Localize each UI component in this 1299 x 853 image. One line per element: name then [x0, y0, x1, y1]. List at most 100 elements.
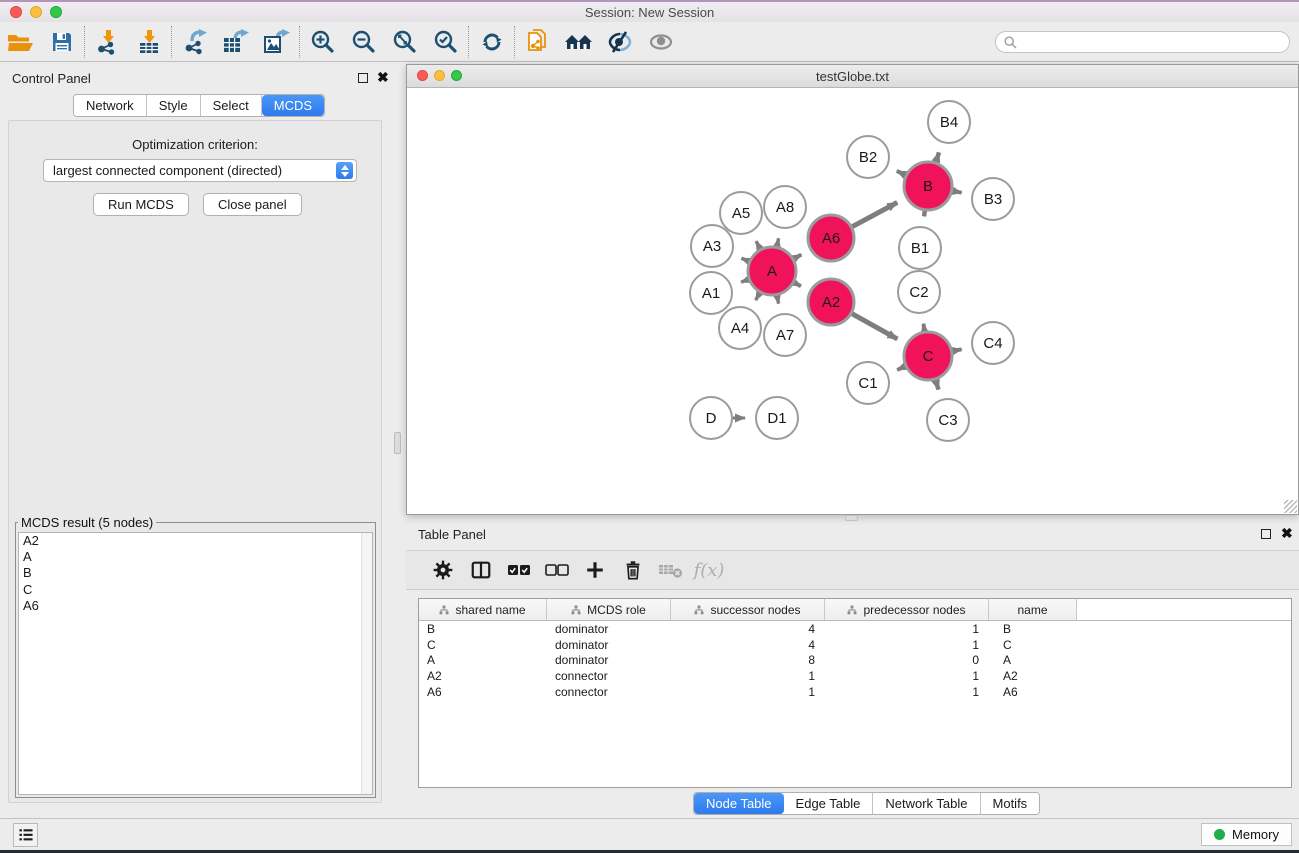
graph-edge-A-A5[interactable] [756, 241, 760, 249]
network-window-titlebar[interactable]: testGlobe.txt [407, 65, 1298, 88]
network-graph-canvas[interactable]: B4B2BB3A5A8A6A3B1AA1C2A2A4A7C4CC1C3DD1 [408, 88, 1299, 515]
cell-name[interactable]: C [989, 638, 1077, 652]
mcds-result-list[interactable]: A2ABCA6 [18, 532, 373, 795]
table-row[interactable]: Adominator80A [419, 653, 1291, 669]
cell-name[interactable]: A2 [989, 669, 1077, 683]
tab-select[interactable]: Select [201, 95, 262, 116]
tab-mcds[interactable]: MCDS [262, 95, 324, 116]
table-row[interactable]: Bdominator41B [419, 621, 1291, 637]
cell-name[interactable]: B [989, 622, 1077, 636]
zoom-out-button[interactable] [343, 24, 384, 60]
result-item[interactable]: A6 [19, 598, 372, 614]
graph-edge-B-B3[interactable] [953, 191, 962, 193]
graph-edge-C-C2[interactable] [924, 324, 925, 332]
graph-edge-A-A6[interactable] [794, 255, 802, 259]
tab-network[interactable]: Network [74, 95, 147, 116]
cell-shared_name[interactable]: B [419, 622, 547, 636]
graph-edge-B-B4[interactable] [936, 152, 939, 162]
column-header-successor-nodes[interactable]: successor nodes [671, 599, 825, 620]
clone-network-button[interactable] [517, 24, 558, 60]
cell-mcds_role[interactable]: dominator [547, 638, 671, 652]
show-columns-button[interactable] [462, 553, 500, 587]
show-hide-graphics-button[interactable] [599, 24, 640, 60]
control-panel-close-icon[interactable]: ✖ [377, 70, 389, 84]
table-row[interactable]: Cdominator41C [419, 637, 1291, 653]
memory-button[interactable]: Memory [1201, 823, 1292, 846]
export-image-button[interactable] [256, 24, 297, 60]
add-column-button[interactable] [576, 553, 614, 587]
open-session-button[interactable] [0, 24, 41, 60]
graph-edge-C-C3[interactable] [936, 380, 939, 390]
graph-edge-C-C4[interactable] [953, 349, 962, 351]
cell-shared_name[interactable]: C [419, 638, 547, 652]
graph-edge-A-A4[interactable] [756, 293, 760, 300]
deselect-all-columns-button[interactable] [538, 553, 576, 587]
graph-edge-C-C1[interactable] [897, 366, 905, 370]
cell-predecessor_nodes[interactable]: 0 [825, 653, 989, 667]
export-network-button[interactable] [174, 24, 215, 60]
cell-name[interactable]: A [989, 653, 1077, 667]
cell-successor_nodes[interactable]: 8 [671, 653, 825, 667]
cell-successor_nodes[interactable]: 4 [671, 638, 825, 652]
cell-shared_name[interactable]: A2 [419, 669, 547, 683]
result-item[interactable]: A2 [19, 533, 372, 549]
column-header-name[interactable]: name [989, 599, 1077, 620]
graph-edge-A6-B[interactable] [852, 203, 897, 227]
cell-successor_nodes[interactable]: 1 [671, 685, 825, 699]
zoom-in-button[interactable] [302, 24, 343, 60]
import-network-button[interactable] [87, 24, 128, 60]
cell-mcds_role[interactable]: dominator [547, 653, 671, 667]
cell-predecessor_nodes[interactable]: 1 [825, 622, 989, 636]
graph-edge-A-A7[interactable] [777, 296, 779, 304]
zoom-fit-button[interactable] [384, 24, 425, 60]
home-button[interactable] [558, 24, 599, 60]
column-header-MCDS-role[interactable]: MCDS role [547, 599, 671, 620]
cell-mcds_role[interactable]: connector [547, 685, 671, 699]
cell-predecessor_nodes[interactable]: 1 [825, 638, 989, 652]
table-panel-float-icon[interactable] [1261, 529, 1271, 539]
column-header-shared-name[interactable]: shared name [419, 599, 547, 620]
cell-shared_name[interactable]: A [419, 653, 547, 667]
import-table-button[interactable] [128, 24, 169, 60]
preview-eye-button[interactable] [640, 24, 681, 60]
table-row[interactable]: A2connector11A2 [419, 668, 1291, 684]
close-panel-button[interactable]: Close panel [203, 193, 302, 216]
vertical-split-grabber[interactable] [394, 432, 401, 454]
run-mcds-button[interactable]: Run MCDS [93, 193, 189, 216]
tab-node-table[interactable]: Node Table [694, 793, 784, 814]
tab-style[interactable]: Style [147, 95, 201, 116]
task-history-button[interactable] [13, 823, 38, 847]
select-all-columns-button[interactable] [500, 553, 538, 587]
cell-successor_nodes[interactable]: 4 [671, 622, 825, 636]
cell-mcds_role[interactable]: connector [547, 669, 671, 683]
control-panel-float-icon[interactable] [358, 73, 368, 83]
cell-shared_name[interactable]: A6 [419, 685, 547, 699]
search-field[interactable] [995, 31, 1290, 53]
tab-motifs[interactable]: Motifs [981, 793, 1040, 814]
column-header-predecessor-nodes[interactable]: predecessor nodes [825, 599, 989, 620]
tab-edge-table[interactable]: Edge Table [784, 793, 874, 814]
cell-predecessor_nodes[interactable]: 1 [825, 669, 989, 683]
search-input[interactable] [1022, 35, 1281, 49]
graph-edge-A-A8[interactable] [777, 238, 779, 246]
graph-edge-B-B1[interactable] [924, 211, 925, 217]
tab-network-table[interactable]: Network Table [873, 793, 980, 814]
table-panel-close-icon[interactable]: ✖ [1281, 526, 1293, 540]
table-row[interactable]: A6connector11A6 [419, 684, 1291, 700]
result-item[interactable]: C [19, 582, 372, 598]
cell-name[interactable]: A6 [989, 685, 1077, 699]
graph-edge-B-B2[interactable] [897, 171, 906, 175]
graph-edge-A-A2[interactable] [794, 283, 801, 287]
result-item[interactable]: B [19, 565, 372, 581]
table-options-button[interactable] [424, 553, 462, 587]
result-item[interactable]: A [19, 549, 372, 565]
window-resize-grip[interactable] [1284, 500, 1297, 513]
refresh-button[interactable] [471, 24, 512, 60]
graph-edge-A-A1[interactable] [741, 280, 748, 283]
zoom-selected-button[interactable] [425, 24, 466, 60]
graph-edge-A2-C[interactable] [852, 314, 897, 339]
export-table-button[interactable] [215, 24, 256, 60]
graph-edge-A-A3[interactable] [742, 258, 749, 261]
delete-column-button[interactable] [614, 553, 652, 587]
cell-predecessor_nodes[interactable]: 1 [825, 685, 989, 699]
